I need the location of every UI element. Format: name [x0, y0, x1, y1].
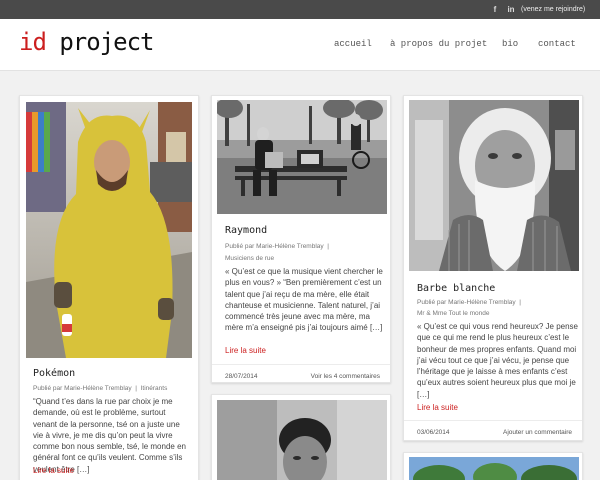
- post-card-portrait: [211, 394, 391, 480]
- nav-accueil[interactable]: accueil: [334, 38, 372, 50]
- post-photo-barbe-blanche[interactable]: [409, 100, 579, 271]
- post-excerpt-pokemon: “Quand t’es dans la rue par choix je me …: [33, 397, 186, 474]
- post-excerpt-raymond: « Qu’est ce que la musique vient cherche…: [225, 267, 383, 333]
- read-more-barbe-blanche[interactable]: Lire la suite: [417, 403, 458, 412]
- post-title-raymond[interactable]: Raymond: [225, 225, 267, 236]
- raymond-photo-image: [217, 100, 387, 214]
- read-more-raymond[interactable]: Lire la suite: [225, 346, 266, 355]
- post-meta-pokemon: Publié par Marie-Hélène Tremblay | Itiné…: [33, 383, 167, 395]
- meta-separator: |: [517, 299, 521, 306]
- post-photo-trees[interactable]: [409, 457, 579, 480]
- post-meta-raymond: Publié par Marie-Hélène Tremblay |: [225, 241, 329, 253]
- nav-a-propos[interactable]: à propos du projet: [390, 38, 487, 50]
- comments-link[interactable]: Voir les 4 commentaires: [311, 373, 380, 380]
- post-category-barbe-blanche[interactable]: Mr & Mme Tout le monde: [417, 308, 490, 320]
- meta-prefix: Publié par: [225, 243, 255, 250]
- post-footer-raymond: 28/07/2014 Voir les 4 commentaires: [212, 364, 390, 382]
- post-card-barbe-blanche: Barbe blanche Publié par Marie-Hélène Tr…: [403, 95, 583, 441]
- post-photo-pokemon[interactable]: [26, 102, 192, 358]
- comments-link[interactable]: Ajouter un commentaire: [503, 429, 572, 436]
- post-date: 03/06/2014: [417, 429, 450, 436]
- meta-separator: |: [133, 385, 139, 392]
- post-excerpt-barbe-blanche: « Qu’est ce qui vous rend heureux? Je pe…: [417, 322, 578, 399]
- linkedin-icon[interactable]: in: [506, 0, 516, 19]
- meta-separator: |: [325, 243, 329, 250]
- post-card-trees: [403, 452, 583, 480]
- read-more-pokemon[interactable]: Lire la suite: [33, 466, 74, 475]
- post-title-pokemon[interactable]: Pokémon: [33, 368, 75, 379]
- post-footer-barbe-blanche: 03/06/2014 Ajouter un commentaire: [404, 420, 582, 440]
- post-category[interactable]: Itinérants: [141, 385, 168, 392]
- post-category-raymond[interactable]: Musiciens de rue: [225, 253, 274, 265]
- join-link[interactable]: (venez me rejoindre): [521, 0, 597, 19]
- post-card-raymond: Raymond Publié par Marie-Hélène Tremblay…: [211, 95, 391, 383]
- post-card-pokemon: Pokémon Publié par Marie-Hélène Tremblay…: [19, 95, 199, 480]
- nav-contact[interactable]: contact: [538, 38, 576, 50]
- post-author[interactable]: Marie-Hélène Tremblay: [256, 243, 324, 250]
- post-date: 28/07/2014: [225, 373, 258, 380]
- site-logo[interactable]: id project: [19, 27, 155, 57]
- post-photo-portrait[interactable]: [217, 400, 387, 480]
- pokemon-photo-image: [26, 102, 192, 358]
- trees-photo-image: [409, 457, 579, 480]
- facebook-icon[interactable]: f: [491, 0, 499, 19]
- site-header: id project accueil à propos du projet bi…: [0, 19, 600, 71]
- logo-id: id: [19, 28, 47, 56]
- nav-bio[interactable]: bio: [502, 38, 518, 50]
- post-photo-raymond[interactable]: [217, 100, 387, 214]
- post-author[interactable]: Marie-Hélène Tremblay: [448, 299, 516, 306]
- post-title-barbe-blanche[interactable]: Barbe blanche: [417, 283, 495, 294]
- barbe-blanche-photo-image: [409, 100, 579, 271]
- portrait-photo-image: [217, 400, 387, 480]
- top-bar: f in (venez me rejoindre): [0, 0, 600, 19]
- logo-project: project: [59, 28, 154, 56]
- meta-prefix: Publié par: [33, 385, 63, 392]
- meta-prefix: Publié par: [417, 299, 447, 306]
- post-author[interactable]: Marie-Hélène Tremblay: [64, 385, 132, 392]
